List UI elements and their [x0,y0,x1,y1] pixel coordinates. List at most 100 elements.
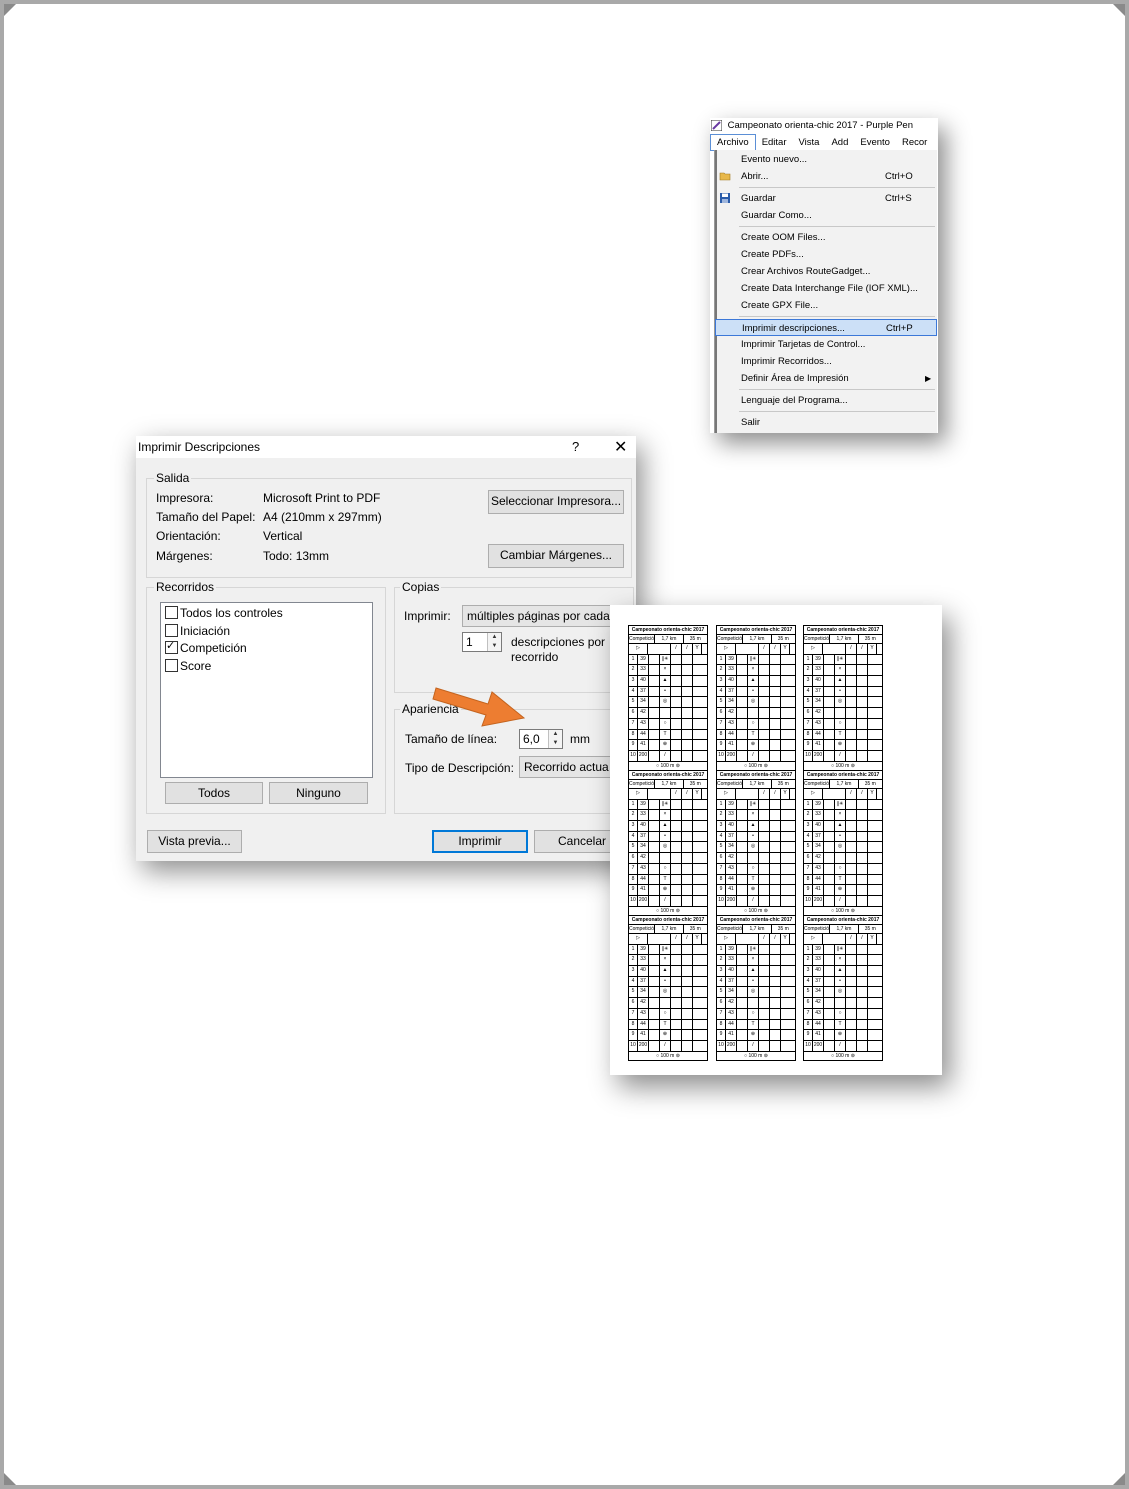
card-control-row: 10 200 / [804,750,882,762]
menu-item-imprimir-descripciones[interactable]: Imprimir descripciones... Ctrl+P [715,319,937,336]
menu-item-evento-nuevo[interactable]: Evento nuevo... [715,151,937,168]
description-card: Campeonato orienta-chic 2017 Competición 1… [803,770,883,916]
card-finish-row: ○ 100 m ⊚ [804,762,882,770]
copies-stepper[interactable]: 1 ▲ ▼ [462,632,502,652]
card-length: 1,7 km [830,925,859,933]
control-code: 33 [813,665,824,676]
select-printer-button[interactable]: Seleccionar Impresora... [488,490,624,514]
spin-buttons[interactable]: ▲ ▼ [487,633,501,651]
menu-item-create-oom[interactable]: Create OOM Files... [715,229,937,246]
card-header: Competición 1,7 km 35 m [717,780,795,789]
control-code: 37 [638,831,649,842]
control-code: 37 [638,686,649,697]
control-symbol: T [748,874,759,885]
control-number: 6 [804,708,813,718]
menu-item-label: Create GPX File... [741,300,819,311]
control-code: 33 [638,665,649,676]
control-symbol: ∥✳ [660,654,671,665]
control-code: 43 [638,1008,649,1019]
control-symbol [660,708,671,718]
card-climb: 35 m [777,636,789,642]
checkbox-icon[interactable] [165,624,178,637]
control-number: 8 [717,874,726,885]
description-card: Campeonato orienta-chic 2017 Competición 1… [716,915,796,1061]
control-code: 37 [638,976,649,987]
menu-item-iof-xml[interactable]: Create Data Interchange File (IOF XML)..… [715,280,937,297]
course-todos-los-controles[interactable]: Todos los controles [165,606,283,622]
description-card: Campeonato orienta-chic 2017 Competición 1… [716,770,796,916]
menu-item-gpx[interactable]: Create GPX File... [715,297,937,314]
card-class: Competición [717,780,744,788]
control-symbol: / [748,895,759,906]
control-symbol: × [660,955,671,966]
menu-item-guardar[interactable]: Guardar Ctrl+S [715,190,937,207]
checkbox-checked-icon[interactable]: ✓ [165,640,178,654]
card-control-row: 2 33 × [717,955,795,967]
checkbox-icon[interactable] [165,606,178,619]
control-symbol [835,998,846,1008]
control-symbol: ⊕ [835,885,846,895]
menu-item-routegadget[interactable]: Crear Archivos RouteGadget... [715,263,937,280]
spin-buttons[interactable]: ▲ ▼ [548,730,562,748]
help-button[interactable]: ? [572,439,579,454]
menu-evento[interactable]: Evento [854,135,896,150]
spin-down-icon[interactable]: ▼ [549,739,562,748]
card-class: Competición [804,925,831,933]
menu-add[interactable]: Add [825,135,854,150]
course-iniciacion[interactable]: Iniciación [165,624,230,640]
card-control-row: 1 39 ∥✳ [629,944,707,956]
control-code: 200 [726,1040,737,1051]
control-symbol: ⊕ [660,740,671,750]
course-score[interactable]: Score [165,659,211,675]
card-control-row: 10 200 / [804,895,882,907]
control-number: 7 [804,718,813,729]
spin-down-icon[interactable]: ▼ [488,642,501,651]
change-margins-button[interactable]: Cambiar Márgenes... [488,544,624,568]
control-code: 34 [726,987,737,998]
card-header: Competición 1,7 km 35 m [629,635,707,644]
menu-item-definir-area[interactable]: Definir Área de Impresión ▶ [715,370,937,387]
card-title: Campeonato orienta-chic 2017 [717,916,795,925]
card-control-row: 4 37 • [804,831,882,843]
control-symbol: T [660,1019,671,1030]
print-button[interactable]: Imprimir [432,830,528,853]
control-number: 5 [629,842,638,853]
menu-item-create-pdfs[interactable]: Create PDFs... [715,246,937,263]
spin-up-icon[interactable]: ▲ [549,730,562,739]
menu-editar[interactable]: Editar [756,135,793,150]
control-number: 1 [804,944,813,955]
control-code: 42 [726,998,737,1008]
menu-recorridos[interactable]: Recor [896,135,933,150]
preview-button[interactable]: Vista previa... [147,830,242,853]
menu-vista[interactable]: Vista [793,135,826,150]
control-symbol: ⊕ [835,1030,846,1040]
close-icon[interactable]: ✕ [614,437,627,457]
course-competicion[interactable]: ✓ Competición [165,640,247,657]
card-header: Competición 1,7 km 35 m [629,780,707,789]
menu-item-lenguaje[interactable]: Lenguaje del Programa... [715,392,937,409]
control-code: 37 [813,831,824,842]
control-code: 44 [638,729,649,740]
control-symbol: ∥✳ [835,654,846,665]
card-control-row: 6 42 [629,853,707,864]
menu-item-imprimir-recorridos[interactable]: Imprimir Recorridos... [715,353,937,370]
card-control-row: 2 33 × [717,810,795,822]
start-triangle-icon: ▷ [629,644,648,654]
finish-distance: 100 m [660,762,675,769]
select-none-button[interactable]: Ninguno [269,782,368,804]
control-number: 9 [629,1030,638,1040]
select-all-button[interactable]: Todos [165,782,263,804]
line-size-stepper[interactable]: 6,0 ▲ ▼ [519,729,563,749]
control-code: 42 [813,708,824,718]
control-number: 6 [629,853,638,863]
menu-archivo[interactable]: Archivo [710,134,756,151]
spin-up-icon[interactable]: ▲ [488,633,501,642]
menu-item-imprimir-tarjetas[interactable]: Imprimir Tarjetas de Control... [715,336,937,353]
control-code: 40 [813,966,824,976]
courses-listbox[interactable]: Todos los controles Iniciación ✓ Competic… [160,602,373,778]
menu-item-salir[interactable]: Salir [715,414,937,431]
checkbox-icon[interactable] [165,659,178,672]
menu-item-abrir[interactable]: Abrir... Ctrl+O [715,168,937,185]
menu-item-guardar-como[interactable]: Guardar Como... [715,207,937,224]
card-header: Competición 1,7 km 35 m [804,780,882,789]
